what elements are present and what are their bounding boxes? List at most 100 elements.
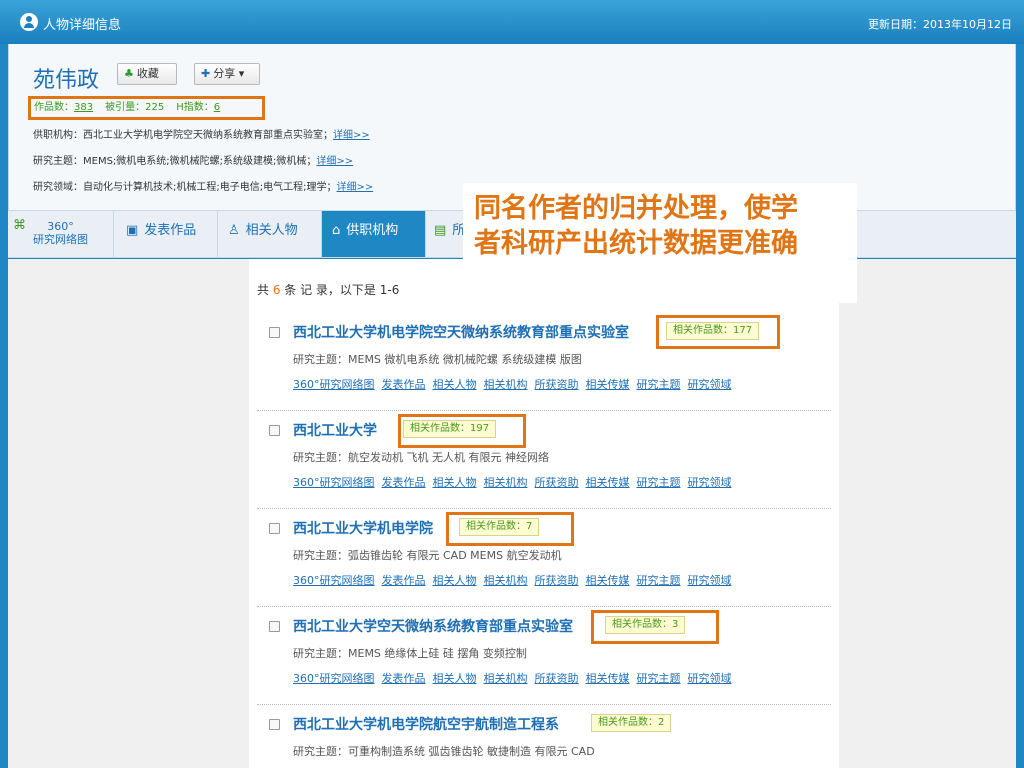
item-title[interactable]: 西北工业大学机电学院: [293, 518, 433, 538]
share-button[interactable]: ✚ 分享 ▾: [194, 63, 260, 85]
link-fields[interactable]: 研究领域: [688, 672, 732, 685]
caret-down-icon: ▾: [238, 67, 245, 80]
tab-research-network[interactable]: ⌘ 360° 研究网络图: [8, 211, 114, 257]
favorite-button[interactable]: ♣ 收藏: [117, 63, 177, 85]
annotation-line2: 者科研产出统计数据更准确: [474, 228, 798, 259]
tab-works[interactable]: ▣ 发表作品: [114, 211, 218, 257]
link-works[interactable]: 发表作品: [382, 574, 426, 587]
list-item: 西北工业大学机电学院空天微纳系统教育部重点实验室 相关作品数：177 研究主题：…: [257, 313, 831, 411]
link-network[interactable]: 360°研究网络图: [293, 672, 375, 685]
link-network[interactable]: 360°研究网络图: [293, 574, 375, 587]
works-count-label: 作品数：: [34, 102, 74, 113]
item-topics: 研究主题：航空发动机 飞机 无人机 有限元 神经网络: [293, 451, 549, 464]
plus-icon: ✚: [201, 67, 211, 80]
institution-line: 供职机构：西北工业大学机电学院空天微纳系统教育部重点实验室；详细>>: [33, 126, 370, 141]
item-links: 360°研究网络图 发表作品 相关人物 相关机构 所获资助 相关传媒 研究主题 研究领域: [293, 670, 739, 686]
link-funding[interactable]: 所获资助: [535, 672, 579, 685]
link-funding[interactable]: 所获资助: [535, 574, 579, 587]
link-media[interactable]: 相关传媒: [586, 378, 630, 391]
chart-icon: ▤: [434, 223, 447, 238]
highlight-box: [446, 512, 574, 546]
link-funding[interactable]: 所获资助: [535, 378, 579, 391]
link-institutions[interactable]: 相关机构: [484, 378, 528, 391]
people-icon: ♙: [228, 223, 240, 238]
item-title[interactable]: 西北工业大学空天微纳系统教育部重点实验室: [293, 616, 573, 636]
list-item: 西北工业大学机电学院航空宇航制造工程系 相关作品数：2 研究主题：可重构制造系统…: [257, 705, 831, 768]
link-people[interactable]: 相关人物: [433, 476, 477, 489]
link-topics[interactable]: 研究主题: [637, 574, 681, 587]
link-fields[interactable]: 研究领域: [688, 476, 732, 489]
cited-count: 被引量：225: [105, 102, 165, 113]
item-links: 360°研究网络图 发表作品 相关人物 相关机构 所获资助 相关传媒 研究主题 研究领域: [293, 474, 739, 490]
tab-inst-label: 供职机构: [346, 223, 399, 238]
link-media[interactable]: 相关传媒: [586, 476, 630, 489]
topics-detail-link[interactable]: 详细>>: [316, 156, 353, 167]
link-works[interactable]: 发表作品: [382, 672, 426, 685]
link-media[interactable]: 相关传媒: [586, 672, 630, 685]
annotation-callout: 同名作者的归并处理，使学 者科研产出统计数据更准确: [463, 183, 857, 303]
item-title[interactable]: 西北工业大学: [293, 420, 377, 440]
item-title[interactable]: 西北工业大学机电学院航空宇航制造工程系: [293, 714, 559, 734]
item-checkbox[interactable]: [269, 327, 280, 338]
document-icon: ▣: [126, 223, 139, 238]
link-institutions[interactable]: 相关机构: [484, 672, 528, 685]
fields-detail-link[interactable]: 详细>>: [336, 182, 373, 193]
link-institutions[interactable]: 相关机构: [484, 476, 528, 489]
institution-list: 共 6 条 记 录，以下是 1-6 西北工业大学机电学院空天微纳系统教育部重点实…: [249, 259, 839, 768]
tab-related-people[interactable]: ♙ 相关人物: [218, 211, 322, 257]
link-media[interactable]: 相关传媒: [586, 574, 630, 587]
link-people[interactable]: 相关人物: [433, 378, 477, 391]
link-topics[interactable]: 研究主题: [637, 378, 681, 391]
tab-funding[interactable]: ▤ 所: [426, 211, 466, 257]
link-topics[interactable]: 研究主题: [637, 476, 681, 489]
item-topics: 研究主题：可重构制造系统 弧齿锥齿轮 敏捷制造 有限元 CAD: [293, 745, 595, 758]
record-count-prefix: 共: [257, 283, 273, 297]
link-fields[interactable]: 研究领域: [688, 378, 732, 391]
link-fields[interactable]: 研究领域: [688, 574, 732, 587]
h-index-link[interactable]: 6: [214, 102, 220, 113]
link-funding[interactable]: 所获资助: [535, 476, 579, 489]
institution-detail-link[interactable]: 详细>>: [333, 130, 370, 141]
link-network[interactable]: 360°研究网络图: [293, 476, 375, 489]
favorite-label: 收藏: [136, 67, 159, 80]
list-item: 西北工业大学空天微纳系统教育部重点实验室 相关作品数：3 研究主题：MEMS 绝…: [257, 607, 831, 705]
link-people[interactable]: 相关人物: [433, 672, 477, 685]
author-name: 苑伟政: [33, 68, 100, 93]
item-topics: 研究主题：MEMS 绝缘体上硅 硅 摆角 变频控制: [293, 647, 527, 660]
link-institutions[interactable]: 相关机构: [484, 574, 528, 587]
sprout-icon: ♣: [124, 67, 134, 80]
fields-text: 研究领域：自动化与计算机技术;机械工程;电子电信;电气工程;理学；: [33, 182, 337, 193]
link-network[interactable]: 360°研究网络图: [293, 378, 375, 391]
tab-360-line2: 研究网络图: [33, 233, 88, 246]
network-icon: ⌘: [13, 218, 26, 233]
link-topics[interactable]: 研究主题: [637, 672, 681, 685]
list-item: 西北工业大学 相关作品数：197 研究主题：航空发动机 飞机 无人机 有限元 神…: [257, 411, 831, 509]
link-people[interactable]: 相关人物: [433, 574, 477, 587]
item-links: 360°研究网络图 发表作品 相关人物 相关机构 所获资助 相关传媒 研究主题 研究领域: [293, 572, 739, 588]
institution-text: 供职机构：西北工业大学机电学院空天微纳系统教育部重点实验室；: [33, 130, 333, 141]
item-topics: 研究主题：弧齿锥齿轮 有限元 CAD MEMS 航空发动机: [293, 549, 562, 562]
works-count-link[interactable]: 383: [74, 102, 93, 113]
fields-line: 研究领域：自动化与计算机技术;机械工程;电子电信;电气工程;理学；详细>>: [33, 178, 373, 193]
highlight-box: [591, 610, 719, 644]
bank-icon: ⌂: [332, 223, 341, 238]
item-checkbox[interactable]: [269, 425, 280, 436]
item-checkbox[interactable]: [269, 621, 280, 632]
record-count-suffix: 条 记 录，以下是 1-6: [280, 283, 400, 297]
window-title: 人物详细信息: [43, 18, 122, 33]
topics-text: 研究主题：MEMS;微机电系统;微机械陀螺;系统级建模;微机械；: [33, 156, 317, 167]
highlight-box: [398, 414, 526, 448]
item-title[interactable]: 西北工业大学机电学院空天微纳系统教育部重点实验室: [293, 322, 629, 342]
title-bar: 人物详细信息 更新日期：2013年10月12日: [0, 0, 1024, 44]
tab-people-label: 相关人物: [245, 223, 298, 238]
highlight-box: [656, 315, 780, 349]
link-works[interactable]: 发表作品: [382, 378, 426, 391]
author-stats: 作品数：383 被引量：225 H指数：6: [28, 96, 265, 120]
link-works[interactable]: 发表作品: [382, 476, 426, 489]
item-topics: 研究主题：MEMS 微机电系统 微机械陀螺 系统级建模 版图: [293, 353, 582, 366]
item-checkbox[interactable]: [269, 523, 280, 534]
list-item: 西北工业大学机电学院 相关作品数：7 研究主题：弧齿锥齿轮 有限元 CAD ME…: [257, 509, 831, 607]
item-checkbox[interactable]: [269, 719, 280, 730]
share-label: 分享: [213, 67, 236, 80]
tab-institution[interactable]: ⌂ 供职机构: [322, 211, 426, 257]
